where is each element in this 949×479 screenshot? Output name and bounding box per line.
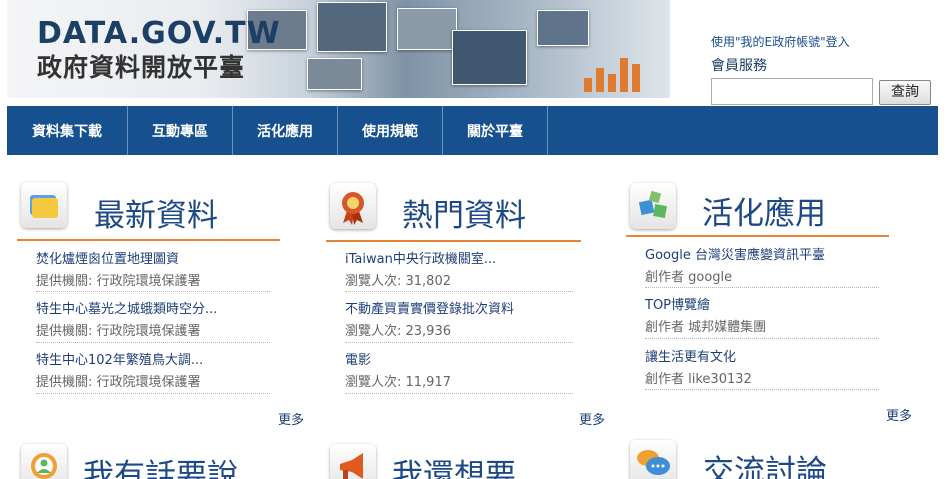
list-item[interactable]: 焚化爐煙囪位置地理圖資 提供機關: 行政院環境保護署 bbox=[36, 248, 201, 289]
wish-title[interactable]: 我還想要 bbox=[392, 450, 516, 479]
view-count-text: 瀏覽人次: 31,802 bbox=[345, 274, 451, 289]
list-item[interactable]: iTaiwan中央行政機關室... 瀏覽人次: 31,802 bbox=[345, 248, 496, 289]
banner-photo-tile bbox=[452, 30, 527, 85]
site-banner[interactable]: DATA.GOV.TW 政府資料開放平臺 bbox=[7, 0, 670, 98]
section-divider bbox=[326, 240, 581, 242]
list-item[interactable]: Google 台灣災害應變資訊平臺 創作者 google bbox=[645, 244, 825, 285]
member-services-label: 會員服務 bbox=[711, 58, 767, 74]
award-ribbon-icon bbox=[330, 183, 376, 229]
creator-text: 創作者 google bbox=[645, 270, 733, 285]
latest-more-link[interactable]: 更多 bbox=[278, 409, 304, 428]
creator-text: 創作者 城邦媒體集團 bbox=[645, 320, 767, 335]
nav-dataset-download[interactable]: 資料集下載 bbox=[7, 106, 128, 155]
search-input[interactable] bbox=[711, 78, 873, 105]
nav-terms-of-use[interactable]: 使用規範 bbox=[338, 106, 443, 155]
section-divider bbox=[626, 235, 889, 237]
app-link[interactable]: Google 台灣災害應變資訊平臺 bbox=[645, 244, 825, 263]
app-link[interactable]: TOP博覽繪 bbox=[645, 294, 766, 313]
item-divider bbox=[345, 342, 573, 343]
view-count-text: 瀏覽人次: 23,936 bbox=[345, 324, 451, 339]
main-nav: 資料集下載 互動專區 活化應用 使用規範 關於平臺 bbox=[7, 106, 938, 155]
item-divider bbox=[645, 338, 879, 339]
folder-icon bbox=[21, 182, 67, 228]
logo-chinese: 政府資料開放平臺 bbox=[37, 53, 246, 82]
item-divider bbox=[36, 342, 270, 343]
cubes-icon bbox=[630, 183, 676, 229]
item-divider bbox=[36, 393, 270, 394]
search-button[interactable]: 查詢 bbox=[879, 80, 931, 105]
dataset-link[interactable]: 電影 bbox=[345, 349, 451, 368]
provider-text: 提供機關: 行政院環境保護署 bbox=[36, 375, 201, 390]
item-divider bbox=[36, 291, 270, 292]
banner-photo-tile bbox=[317, 2, 387, 52]
voice-title[interactable]: 我有話要說 bbox=[83, 450, 238, 479]
section-divider bbox=[17, 239, 280, 241]
egov-login-link[interactable]: 使用"我的E政府帳號"登入 bbox=[711, 33, 850, 50]
applications-title[interactable]: 活化應用 bbox=[702, 188, 826, 233]
popular-data-title[interactable]: 熱門資料 bbox=[402, 190, 526, 235]
list-item[interactable]: 電影 瀏覽人次: 11,917 bbox=[345, 349, 451, 390]
list-item[interactable]: TOP博覽繪 創作者 城邦媒體集團 bbox=[645, 294, 766, 335]
chat-bubbles-icon bbox=[630, 440, 676, 479]
nav-interactive[interactable]: 互動專區 bbox=[128, 106, 233, 155]
item-divider bbox=[345, 291, 573, 292]
banner-photo-tile bbox=[397, 8, 457, 50]
dataset-link[interactable]: 特生中心墓光之城蛾類時空分... bbox=[36, 298, 217, 317]
popular-more-link[interactable]: 更多 bbox=[579, 409, 605, 428]
provider-text: 提供機關: 行政院環境保護署 bbox=[36, 274, 201, 289]
list-item[interactable]: 不動產買賣實價登錄批次資料 瀏覽人次: 23,936 bbox=[345, 298, 514, 339]
banner-photo-tile bbox=[537, 10, 589, 46]
dataset-link[interactable]: 不動產買賣實價登錄批次資料 bbox=[345, 298, 514, 317]
banner-chart-graphic bbox=[584, 58, 640, 92]
dataset-link[interactable]: 特生中心102年繁殖鳥大調... bbox=[36, 349, 203, 368]
list-item[interactable]: 讓生活更有文化 創作者 like30132 bbox=[645, 346, 752, 387]
megaphone-icon bbox=[330, 444, 376, 479]
item-divider bbox=[645, 389, 879, 390]
nav-applications[interactable]: 活化應用 bbox=[233, 106, 338, 155]
user-speech-icon bbox=[21, 444, 67, 479]
dataset-link[interactable]: 焚化爐煙囪位置地理圖資 bbox=[36, 248, 201, 267]
latest-data-title[interactable]: 最新資料 bbox=[94, 190, 218, 235]
item-divider bbox=[645, 287, 879, 288]
app-link[interactable]: 讓生活更有文化 bbox=[645, 346, 752, 365]
list-item[interactable]: 特生中心墓光之城蛾類時空分... 提供機關: 行政院環境保護署 bbox=[36, 298, 217, 339]
nav-about[interactable]: 關於平臺 bbox=[443, 106, 548, 155]
dataset-link[interactable]: iTaiwan中央行政機關室... bbox=[345, 248, 496, 267]
creator-text: 創作者 like30132 bbox=[645, 372, 752, 387]
view-count-text: 瀏覽人次: 11,917 bbox=[345, 375, 451, 390]
item-divider bbox=[345, 393, 573, 394]
provider-text: 提供機關: 行政院環境保護署 bbox=[36, 324, 201, 339]
forum-title[interactable]: 交流討論 bbox=[703, 446, 827, 479]
logo-english: DATA.GOV.TW bbox=[37, 16, 281, 51]
list-item[interactable]: 特生中心102年繁殖鳥大調... 提供機關: 行政院環境保護署 bbox=[36, 349, 203, 390]
banner-photo-tile bbox=[307, 58, 362, 90]
apps-more-link[interactable]: 更多 bbox=[886, 405, 912, 424]
